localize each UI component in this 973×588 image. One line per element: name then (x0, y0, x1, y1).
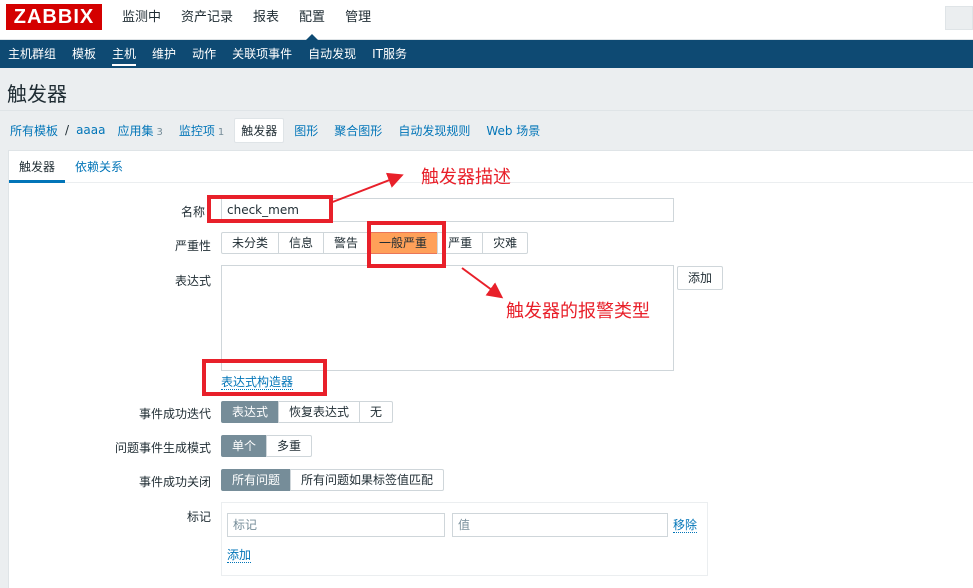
annotation-name-note: 触发器描述 (421, 167, 511, 188)
annotation-severity-note: 触发器的报警类型 (506, 301, 650, 322)
annotation-arrow-name (329, 172, 404, 204)
annotation-arrows (329, 172, 504, 299)
annotation-arrow-severity (461, 267, 504, 299)
